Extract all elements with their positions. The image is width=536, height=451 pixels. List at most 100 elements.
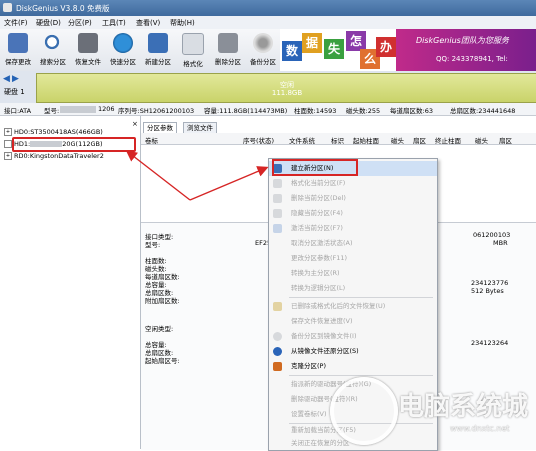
ad-banner[interactable]: 数 据 失 怎 么 办 DiskGenius团队为您服务 QQ: 2433789… xyxy=(280,29,536,71)
menu-item-label: 克隆分区(P) xyxy=(291,362,326,370)
detail-bytes-value: 512 Bytes xyxy=(471,287,504,295)
disk-info-bar: 接口:ATA 型号: 1206 序列号:SH12061200103 容量:111… xyxy=(0,103,536,116)
delete-partition-label: 删除分区 xyxy=(215,58,241,66)
free-space-size: 111.8GB xyxy=(271,89,303,97)
format-label: 格式化 xyxy=(183,60,203,68)
info-heads: 磁头数:255 xyxy=(346,107,381,115)
tree-item-hd0[interactable]: + HD0:ST3500418AS(466GB) xyxy=(4,128,103,136)
menu-item-label: 隐藏当前分区(F4) xyxy=(291,209,343,217)
col-filesystem: 文件系统 xyxy=(289,137,315,145)
backup-partition-label: 备份分区 xyxy=(250,58,276,66)
menu-item-backup-image[interactable]: 备份分区到镜像文件(I) xyxy=(269,329,437,344)
menu-item-restore-image[interactable]: 从镜像文件还原分区(S) xyxy=(269,344,437,359)
clone-icon xyxy=(273,362,282,371)
menu-item-deactivate[interactable]: 取消分区激活状态(A) xyxy=(269,236,437,251)
format-button[interactable]: 格式化 xyxy=(176,31,210,69)
brand-text: DiskGenius团队为您服务 xyxy=(416,36,509,45)
trash-icon xyxy=(218,33,238,53)
info-interface: 接口:ATA xyxy=(4,107,32,115)
menu-item-to-logical[interactable]: 转换为逻辑分区(L) xyxy=(269,281,437,296)
recover-files-label: 恢复文件 xyxy=(75,58,101,66)
banner-char-4: 怎 xyxy=(346,31,366,51)
menu-item-label: 已删除或格式化后的文件恢复(U) xyxy=(291,302,386,310)
menu-item-format[interactable]: 格式化当前分区(F) xyxy=(269,176,437,191)
col-head: 磁头 xyxy=(391,137,404,145)
menu-bar: 文件(F) 硬盘(D) 分区(P) 工具(T) 查看(V) 帮助(H) xyxy=(0,16,536,30)
info-cylinders: 柱面数:14593 xyxy=(294,107,337,115)
info-model-suffix: 1206 xyxy=(98,105,115,113)
col-index: 序号(状态) xyxy=(243,137,275,145)
tab-partition-params[interactable]: 分区参数 xyxy=(143,122,177,133)
save-changes-label: 保存更改 xyxy=(5,58,31,66)
menu-item-change-params[interactable]: 更改分区参数(F11) xyxy=(269,251,437,266)
banner-char-1: 数 xyxy=(282,41,302,61)
tree-item-rd0[interactable]: + RD0:KingstonDataTraveler2 xyxy=(4,152,104,160)
watermark-logo-icon xyxy=(330,377,398,445)
menu-separator xyxy=(289,297,433,298)
info-total-sectors: 总扇区数:234441648 xyxy=(450,107,516,115)
next-disk-icon[interactable]: ▶ xyxy=(12,74,19,84)
brand-panel: DiskGenius团队为您服务 QQ: 243378941, Tel: xyxy=(396,29,536,71)
menu-item-label: 删除当前分区(Del) xyxy=(291,194,346,202)
expand-icon[interactable]: + xyxy=(4,152,12,160)
watermark-url: www.dnxtc.net xyxy=(450,424,510,433)
detail-start-sector-label: 起始扇区号: xyxy=(145,357,180,365)
quick-partition-button[interactable]: 快速分区 xyxy=(106,31,140,69)
detail-free-sectors-value: 234123264 xyxy=(471,339,509,347)
partition-table-header: 卷标 序号(状态) 文件系统 标识 起始柱面 磁头 扇区 终止柱面 磁头 扇区 xyxy=(141,133,536,145)
disk-map-bar: ◀ ▶ 硬盘 1 空闲 111.8GB xyxy=(0,71,536,104)
menu-item-to-primary[interactable]: 转换为主分区(R) xyxy=(269,266,437,281)
free-space-block[interactable]: 空闲 111.8GB xyxy=(36,73,536,103)
info-capacity: 容量:111.8GB(114473MB) xyxy=(204,107,288,115)
menu-help[interactable]: 帮助(H) xyxy=(170,18,195,28)
menu-item-label: 备份分区到镜像文件(I) xyxy=(291,332,357,340)
delete-partition-button[interactable]: 删除分区 xyxy=(211,31,245,69)
menu-item-label: 格式化当前分区(F) xyxy=(291,179,346,187)
close-panel-icon[interactable]: × xyxy=(132,120,138,128)
menu-file[interactable]: 文件(F) xyxy=(4,18,28,28)
info-serial: 序列号:SH12061200103 xyxy=(118,107,195,115)
menu-item-hide[interactable]: 隐藏当前分区(F4) xyxy=(269,206,437,221)
info-model: 型号: xyxy=(44,107,60,115)
menu-item-save-progress[interactable]: 保存文件恢复进度(V) xyxy=(269,314,437,329)
disk-tree-panel: + HD0:ST3500418AS(466GB) HD1: 20G(112GB) +… xyxy=(0,116,141,449)
new-partition-icon xyxy=(148,33,168,53)
search-partition-button[interactable]: 搜索分区 xyxy=(36,31,70,69)
backup-icon xyxy=(253,33,273,53)
menu-view[interactable]: 查看(V) xyxy=(136,18,160,28)
banner-char-2: 据 xyxy=(302,33,322,53)
recover-files-button[interactable]: 恢复文件 xyxy=(71,31,105,69)
quick-partition-icon xyxy=(113,33,133,53)
prev-disk-icon[interactable]: ◀ xyxy=(3,74,10,84)
detail-serial-value: 061200103 xyxy=(473,231,511,239)
new-partition-button[interactable]: 新建分区 xyxy=(141,31,175,69)
disk-label: 硬盘 1 xyxy=(4,88,25,96)
search-icon xyxy=(43,33,63,53)
menu-partition[interactable]: 分区(P) xyxy=(68,18,92,28)
format-icon xyxy=(273,179,282,188)
detail-free-type-label: 空闲类型: xyxy=(145,325,174,333)
menu-item-label: 激活当前分区(F7) xyxy=(291,224,343,232)
menu-item-delete[interactable]: 删除当前分区(Del) xyxy=(269,191,437,206)
tree-item-hd0-label: HD0:ST3500418AS(466GB) xyxy=(14,128,103,136)
col-end-head: 磁头 xyxy=(475,137,488,145)
window-title: DiskGenius V3.8.0 免费版 xyxy=(16,4,110,13)
watermark: 电脑系统城 www.dnxtc.net xyxy=(330,372,536,449)
menu-item-label: 转换为逻辑分区(L) xyxy=(291,284,346,292)
menu-disk[interactable]: 硬盘(D) xyxy=(36,18,61,28)
menu-item-activate[interactable]: 激活当前分区(F7) xyxy=(269,221,437,236)
col-flag: 标识 xyxy=(331,137,344,145)
banner-char-6: 办 xyxy=(376,37,396,57)
backup-partition-button[interactable]: 备份分区 xyxy=(246,31,280,69)
restore-icon xyxy=(273,347,282,356)
recover-files-icon xyxy=(78,33,98,53)
disk-icon xyxy=(4,140,12,148)
quick-partition-label: 快速分区 xyxy=(110,58,136,66)
tab-browse-files[interactable]: 浏览文件 xyxy=(183,122,217,133)
menu-item-label: 转换为主分区(R) xyxy=(291,269,340,277)
menu-tools[interactable]: 工具(T) xyxy=(102,18,126,28)
menu-item-recover-files[interactable]: 已删除或格式化后的文件恢复(U) xyxy=(269,299,437,314)
save-changes-button[interactable]: 保存更改 xyxy=(1,31,35,69)
new-partition-label: 新建分区 xyxy=(145,58,171,66)
expand-icon[interactable]: + xyxy=(4,128,12,136)
